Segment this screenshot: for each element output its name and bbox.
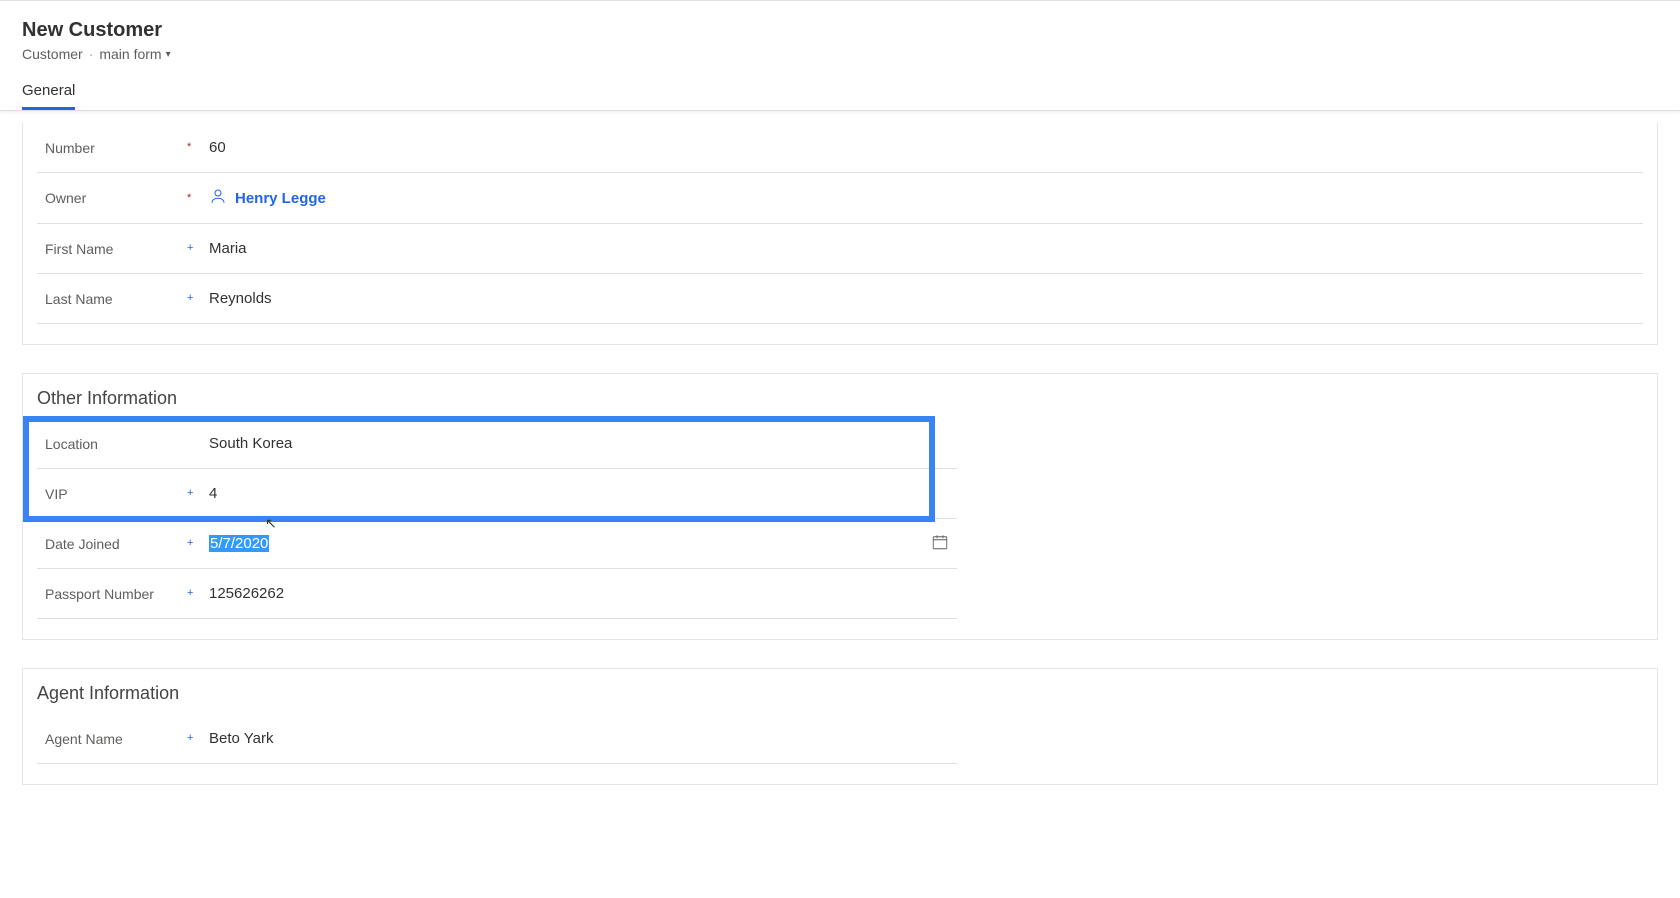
field-label-last-name: Last Name — [45, 291, 187, 307]
field-label-owner: Owner — [45, 190, 187, 206]
field-owner[interactable]: Owner * Henry Legge — [37, 173, 1643, 224]
field-number[interactable]: Number * — [37, 123, 1643, 173]
field-value-owner[interactable]: Henry Legge — [209, 187, 1639, 209]
field-value-agent-name[interactable] — [209, 730, 953, 747]
owner-name: Henry Legge — [235, 190, 326, 207]
field-location[interactable]: Location — [37, 419, 957, 469]
recommended-indicator: + — [187, 488, 209, 499]
subtitle-row: Customer · main form ▾ — [22, 46, 1658, 62]
field-last-name[interactable]: Last Name + — [37, 274, 1643, 324]
field-label-date-joined: Date Joined — [45, 536, 187, 552]
field-label-vip: VIP — [45, 486, 187, 502]
field-label-agent-name: Agent Name — [45, 731, 187, 747]
calendar-icon — [931, 533, 949, 554]
separator-dot: · — [89, 46, 94, 62]
recommended-indicator: + — [187, 588, 209, 599]
first-name-input[interactable] — [209, 240, 1639, 257]
section-agent-information: Agent Information Agent Name + — [22, 668, 1658, 785]
recommended-indicator: + — [187, 538, 209, 549]
form-area: Number * Owner * Henry Legge — [0, 111, 1680, 843]
recommended-indicator: + — [187, 243, 209, 254]
page-title: New Customer — [22, 19, 1658, 42]
date-selected-value[interactable]: 5/7/2020 — [209, 535, 269, 552]
passport-input[interactable] — [209, 585, 953, 602]
field-label-number: Number — [45, 140, 187, 156]
tab-bar: General — [0, 72, 1680, 111]
entity-label: Customer — [22, 46, 83, 62]
page-header: New Customer Customer · main form ▾ — [0, 1, 1680, 72]
field-label-passport: Passport Number — [45, 586, 187, 602]
required-indicator: * — [187, 193, 209, 204]
field-agent-name[interactable]: Agent Name + — [37, 714, 957, 764]
form-selector[interactable]: main form ▾ — [99, 46, 170, 62]
field-label-first-name: First Name — [45, 241, 187, 257]
section-other-information: Other Information Location VIP + Date Jo… — [22, 373, 1658, 640]
field-first-name[interactable]: First Name + — [37, 224, 1643, 274]
owner-lookup[interactable]: Henry Legge — [209, 187, 326, 209]
tab-general[interactable]: General — [22, 72, 75, 110]
field-vip[interactable]: VIP + — [37, 469, 957, 519]
field-label-location: Location — [45, 436, 187, 452]
field-value-number[interactable] — [209, 139, 1639, 156]
field-value-first-name[interactable] — [209, 240, 1639, 257]
section-title-other: Other Information — [23, 374, 1657, 419]
field-value-passport[interactable] — [209, 585, 953, 602]
recommended-indicator: + — [187, 733, 209, 744]
section-title-agent: Agent Information — [23, 669, 1657, 714]
field-passport[interactable]: Passport Number + — [37, 569, 957, 619]
recommended-indicator: + — [187, 293, 209, 304]
location-input[interactable] — [209, 435, 953, 452]
field-value-vip[interactable] — [209, 485, 953, 502]
calendar-button[interactable] — [929, 533, 953, 554]
required-indicator: * — [187, 142, 209, 153]
form-name: main form — [99, 46, 161, 62]
chevron-down-icon: ▾ — [166, 49, 171, 60]
last-name-input[interactable] — [209, 290, 1639, 307]
section-general-fields: Number * Owner * Henry Legge — [22, 123, 1658, 345]
person-icon — [209, 187, 227, 209]
field-date-joined[interactable]: Date Joined + 5/7/2020 ↖ — [37, 519, 957, 569]
vip-input[interactable] — [209, 485, 953, 502]
number-input[interactable] — [209, 139, 1639, 156]
field-value-location[interactable] — [209, 435, 953, 452]
agent-name-input[interactable] — [209, 730, 953, 747]
field-value-last-name[interactable] — [209, 290, 1639, 307]
field-value-date-joined[interactable]: 5/7/2020 — [209, 535, 929, 552]
